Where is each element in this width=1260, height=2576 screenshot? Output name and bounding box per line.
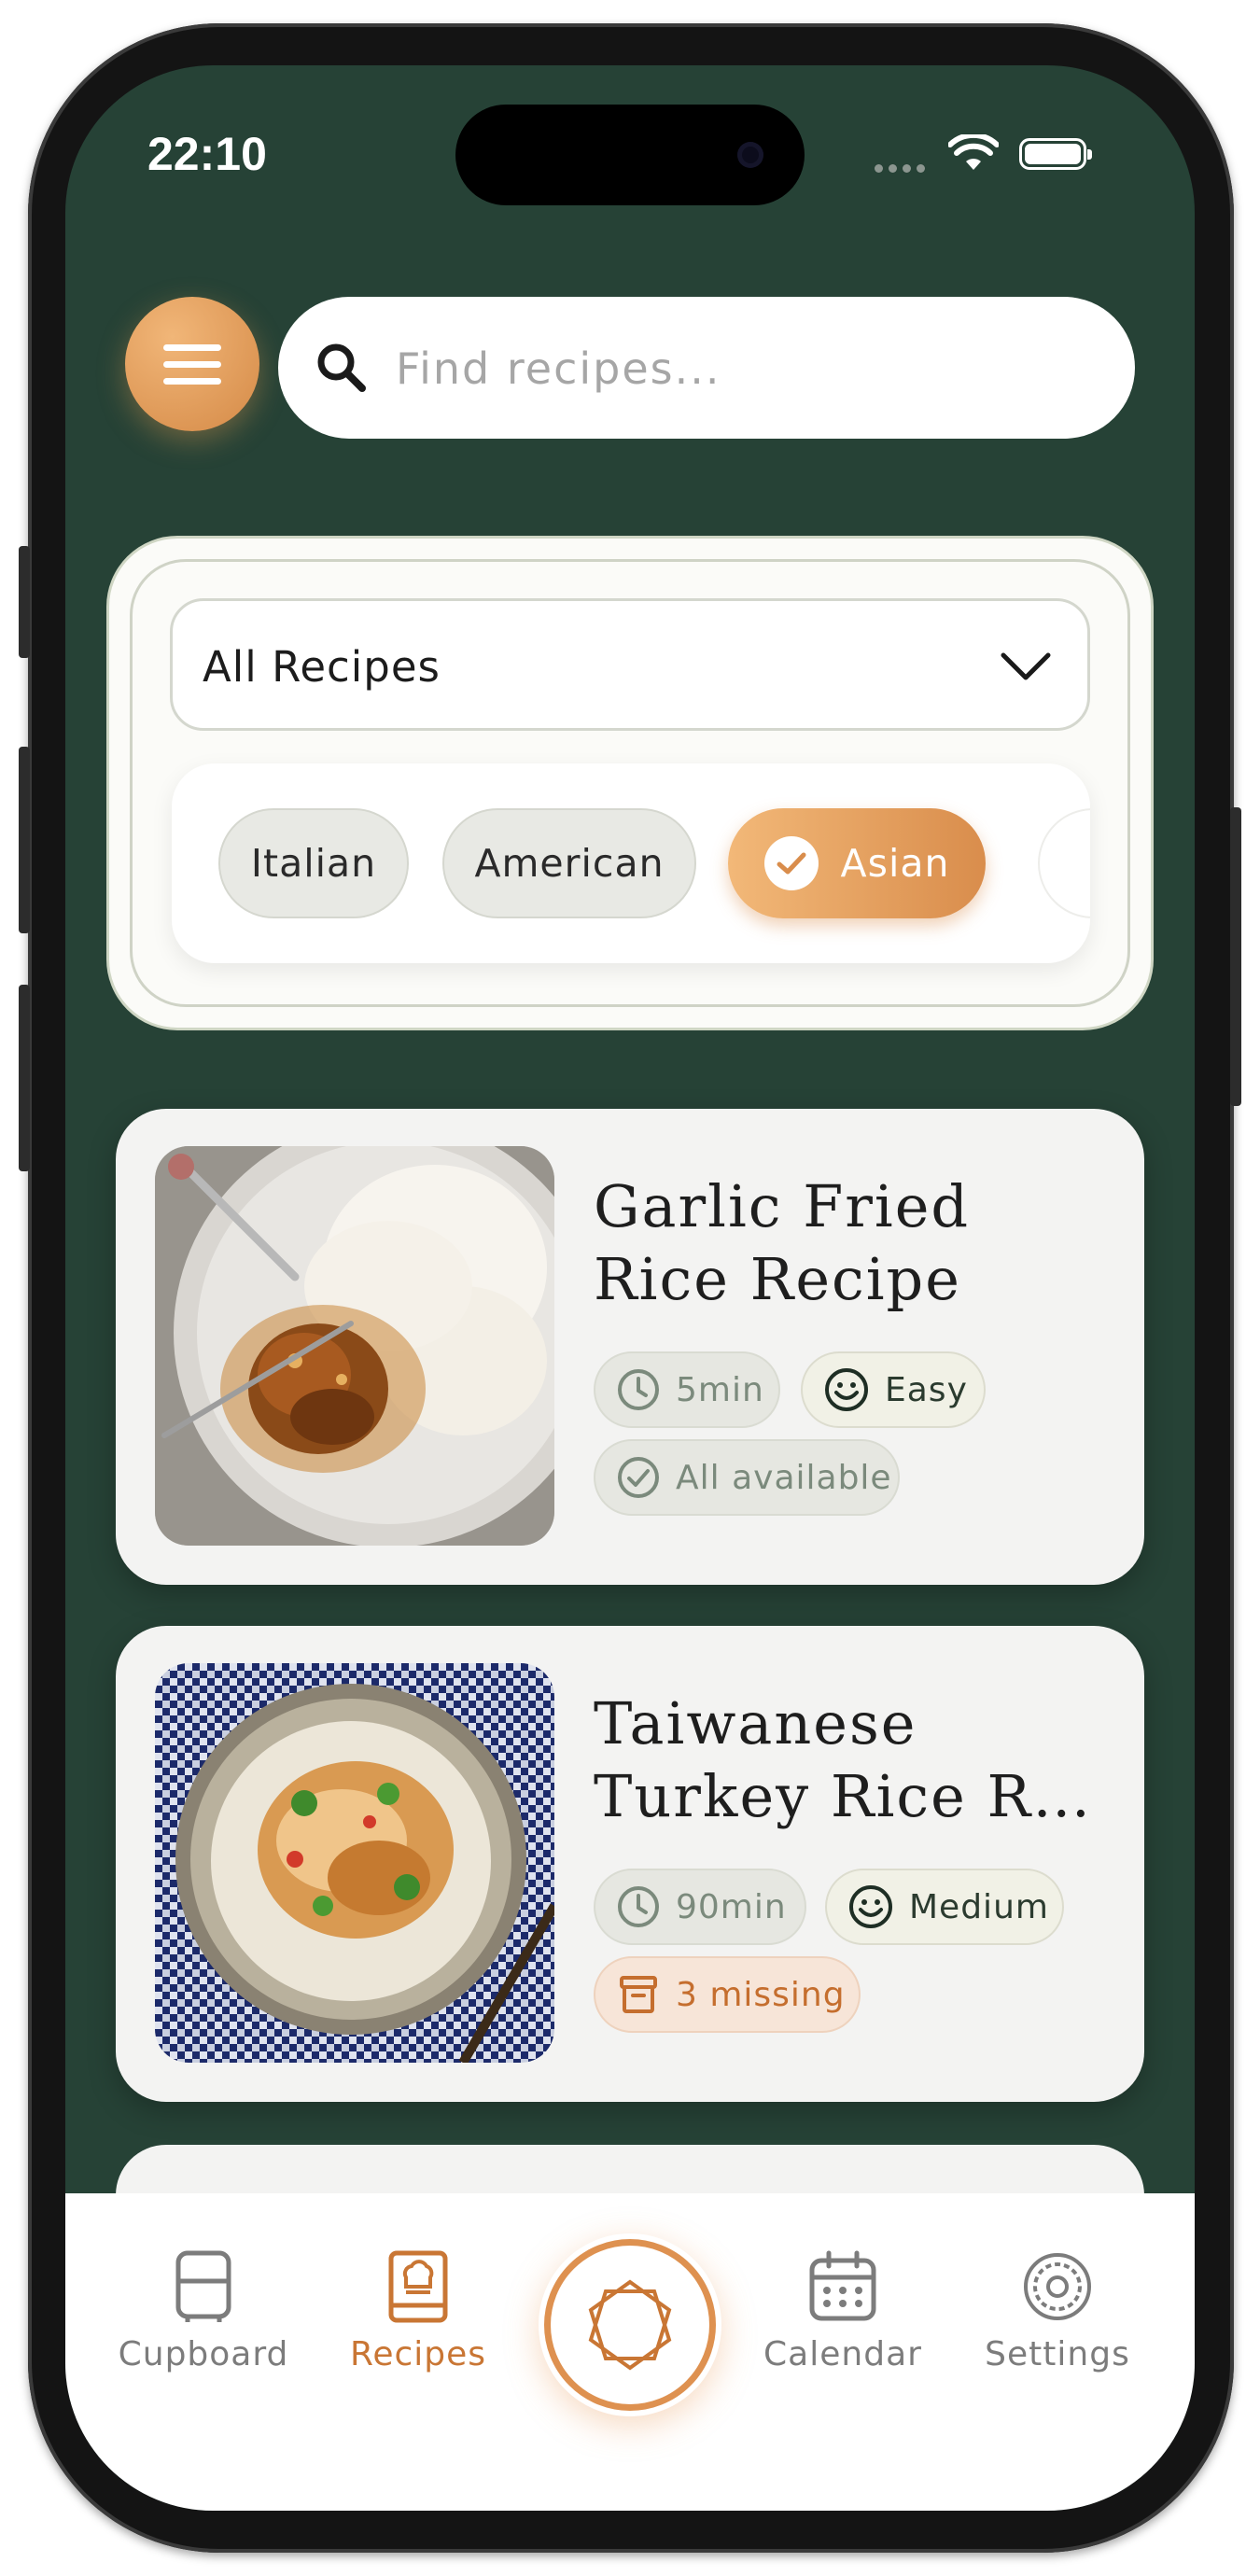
cellular-signal-icon xyxy=(875,164,925,173)
cook-time-tag: 5min xyxy=(594,1351,780,1428)
recipe-title-line: Rice Recipe xyxy=(594,1245,961,1313)
gear-icon xyxy=(1024,2253,1091,2320)
recipe-image xyxy=(155,1663,554,2063)
chevron-down-icon xyxy=(1001,652,1051,680)
recipe-card[interactable]: Garlic Fried Rice Recipe 5min Easy All a… xyxy=(116,1109,1144,1585)
availability-value: All available xyxy=(676,1458,892,1497)
clock-icon xyxy=(618,1886,659,1927)
tab-label: Settings xyxy=(985,2335,1130,2373)
search-input[interactable] xyxy=(394,330,1107,407)
difficulty-tag: Medium xyxy=(825,1869,1064,1945)
cook-time-value: 5min xyxy=(676,1370,764,1409)
smiley-icon xyxy=(825,1368,868,1411)
recipe-title-line: Turkey Rice Re… xyxy=(594,1762,1126,1830)
clock-icon xyxy=(618,1369,659,1410)
chip-italian[interactable]: Italian xyxy=(218,808,409,918)
action-button xyxy=(19,546,30,658)
recipe-image xyxy=(155,1146,554,1546)
recipe-filter-dropdown[interactable]: All Recipes xyxy=(170,598,1090,731)
tab-settings[interactable]: Settings xyxy=(950,2249,1165,2373)
tab-label: Calendar xyxy=(763,2335,922,2373)
ingredient-availability-tag: 3 missing xyxy=(594,1956,861,2033)
tab-calendar[interactable]: Calendar xyxy=(735,2249,950,2373)
volume-up-button xyxy=(19,747,30,933)
difficulty-value: Medium xyxy=(909,1887,1049,1926)
cuisine-chips-scroller[interactable]: Italian American Asian xyxy=(172,763,1090,963)
box-icon xyxy=(620,1976,657,2013)
recipe-card[interactable]: Taiwanese Turkey Rice Re… 90min Medium 3… xyxy=(116,1626,1144,2102)
checkmark-icon xyxy=(763,836,819,890)
smiley-icon xyxy=(849,1885,892,1928)
difficulty-tag: Easy xyxy=(801,1351,986,1428)
dynamic-island xyxy=(455,105,805,205)
tab-recipes[interactable]: Recipes xyxy=(311,2249,525,2373)
volume-down-button xyxy=(19,985,30,1171)
star-knot-icon xyxy=(588,2279,672,2371)
hamburger-menu-icon xyxy=(163,343,221,351)
calendar-icon xyxy=(809,2250,876,2321)
battery-icon xyxy=(1019,138,1092,170)
check-circle-icon xyxy=(618,1457,659,1498)
recipe-title-line: Garlic Fried xyxy=(594,1172,971,1240)
chip-label: Italian xyxy=(250,841,377,886)
search-icon xyxy=(317,343,366,392)
fridge-icon xyxy=(175,2250,231,2322)
tab-label: Recipes xyxy=(349,2335,487,2373)
ingredient-availability-tag: All available xyxy=(594,1439,900,1516)
cookbook-icon xyxy=(388,2250,448,2323)
dropdown-selected-value: All Recipes xyxy=(203,642,441,692)
search-bar[interactable] xyxy=(278,297,1135,439)
chip-label: Asian xyxy=(840,841,950,886)
status-time: 22:10 xyxy=(147,128,267,180)
chip-label: American xyxy=(474,841,665,886)
cook-time-value: 90min xyxy=(676,1887,787,1926)
tab-label: Cupboard xyxy=(118,2335,289,2373)
difficulty-value: Easy xyxy=(885,1370,968,1409)
recipe-title: Taiwanese Turkey Rice Re… xyxy=(594,1687,1126,1833)
chip-american[interactable]: American xyxy=(442,808,696,918)
menu-button[interactable] xyxy=(125,297,259,431)
power-button xyxy=(1230,807,1241,1106)
chip-partial[interactable] xyxy=(1038,808,1090,918)
availability-value: 3 missing xyxy=(676,1975,846,2014)
tab-cupboard[interactable]: Cupboard xyxy=(96,2249,311,2373)
chip-asian[interactable]: Asian xyxy=(728,808,986,918)
cook-time-tag: 90min xyxy=(594,1869,806,1945)
recipe-title-line: Taiwanese xyxy=(594,1689,917,1757)
recipe-title: Garlic Fried Rice Recipe xyxy=(594,1170,1126,1316)
center-action-button[interactable] xyxy=(539,2233,721,2416)
wifi-icon xyxy=(948,134,999,170)
